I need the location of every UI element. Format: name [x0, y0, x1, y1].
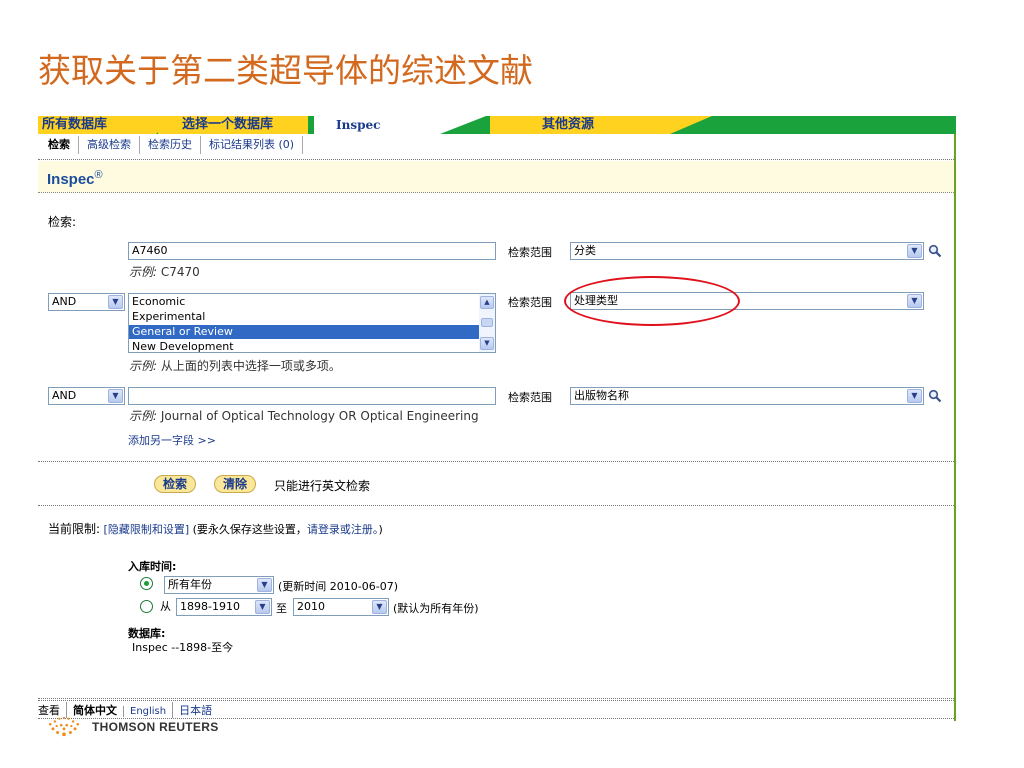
- all-years-select[interactable]: 所有年份 ▼: [164, 576, 274, 594]
- hint-prefix: 示例:: [129, 359, 158, 373]
- slide-title: 获取关于第二类超导体的综述文献: [38, 51, 533, 90]
- tab-other-resources-label: 其他资源: [542, 117, 595, 132]
- divider: [38, 700, 954, 701]
- scope-select-1-value: 分类: [574, 244, 596, 257]
- tab-inspec[interactable]: Inspec: [314, 116, 486, 134]
- lang-en[interactable]: English: [123, 706, 172, 717]
- operator-3-value: AND: [52, 389, 77, 402]
- listbox-scrollbar[interactable]: ▲ ▼: [479, 294, 495, 352]
- save-note-pre: (要永久保存这些设置，: [192, 523, 307, 536]
- subnav-marked-list[interactable]: 标记结果列表 (0): [200, 136, 304, 154]
- inspec-search-page: 所有数据库 选择一个数据库 Inspec 其他资源 检索 高级检索 检索历史 标记结果…: [38, 116, 956, 737]
- divider: [38, 159, 954, 160]
- tab-select-database-label: 选择一个数据库: [182, 117, 274, 132]
- all-years-value: 所有年份: [168, 578, 212, 591]
- all-years-radio[interactable]: [140, 577, 153, 590]
- list-item-selected[interactable]: General or Review: [129, 325, 495, 339]
- clear-button[interactable]: 清除: [214, 475, 257, 493]
- from-label: 从: [160, 600, 171, 613]
- scope-select-3[interactable]: 出版物名称 ▼: [570, 387, 924, 405]
- subnav-advanced-search[interactable]: 高级检索: [78, 136, 139, 154]
- hint-text: Journal of Optical Technology OR Optical…: [160, 409, 479, 423]
- hint-prefix: 示例:: [129, 265, 158, 279]
- search-subnav: 检索 高级检索 检索历史 标记结果列表 (0): [44, 136, 304, 156]
- chevron-down-icon: ▼: [907, 244, 922, 258]
- divider: [38, 718, 954, 719]
- login-register-link[interactable]: 请登录或注册。: [307, 523, 379, 536]
- chevron-down-icon: ▼: [108, 295, 123, 309]
- database-value: Inspec --1898-至今: [132, 641, 234, 654]
- list-item[interactable]: Experimental: [129, 310, 495, 324]
- hint-row-1: 示例: C7470: [129, 263, 200, 280]
- search-field-3[interactable]: [128, 387, 496, 405]
- current-limits-label: 当前限制:: [48, 522, 101, 536]
- from-year-select[interactable]: 1898-1910 ▼: [176, 598, 272, 616]
- highlight-ellipse: [564, 276, 740, 326]
- from-year-value: 1898-1910: [180, 600, 240, 613]
- hint-text: C7470: [160, 265, 200, 279]
- tab-other-resources[interactable]: 其他资源: [490, 116, 712, 134]
- operator-select-2[interactable]: AND ▼: [48, 293, 125, 311]
- operator-2-value: AND: [52, 295, 77, 308]
- database-tab-bar: 所有数据库 选择一个数据库 Inspec 其他资源: [38, 116, 956, 134]
- subnav-search-history[interactable]: 检索历史: [139, 136, 200, 154]
- scroll-up-icon[interactable]: ▲: [480, 296, 494, 309]
- hint-prefix: 示例:: [129, 409, 158, 423]
- registered-mark: ®: [94, 169, 103, 181]
- chevron-down-icon: ▼: [257, 578, 272, 592]
- scope-label-3: 检索范围: [508, 391, 552, 404]
- database-name-text: Inspec: [47, 171, 95, 188]
- year-range-radio[interactable]: [140, 600, 153, 613]
- scope-select-1[interactable]: 分类 ▼: [570, 242, 924, 260]
- hint-text: 从上面的列表中选择一项或多项。: [160, 359, 341, 373]
- lang-ja[interactable]: 日本語: [172, 702, 218, 718]
- database-header: Inspec®: [38, 161, 954, 193]
- subnav-search[interactable]: 检索: [44, 136, 78, 154]
- treatment-type-listbox[interactable]: Economic Experimental General or Review …: [128, 293, 496, 353]
- search-icon[interactable]: [928, 244, 942, 258]
- operator-select-3[interactable]: AND ▼: [48, 387, 125, 405]
- hide-limits-link[interactable]: [隐藏限制和设置]: [104, 523, 190, 536]
- chevron-down-icon: ▼: [907, 294, 922, 308]
- to-year-select[interactable]: 2010 ▼: [293, 598, 389, 616]
- default-note: (默认为所有年份): [393, 602, 479, 615]
- hint-row-2: 示例: 从上面的列表中选择一项或多项。: [129, 357, 341, 374]
- brand-name: THOMSON REUTERS: [92, 720, 219, 734]
- scroll-down-icon[interactable]: ▼: [480, 337, 494, 350]
- scroll-thumb[interactable]: [481, 318, 493, 327]
- tab-inspec-label: Inspec: [336, 118, 381, 132]
- tab-select-database[interactable]: 选择一个数据库: [158, 116, 308, 134]
- chevron-down-icon: ▼: [255, 600, 270, 614]
- search-label: 检索:: [48, 215, 77, 229]
- search-button[interactable]: 检索: [154, 475, 197, 493]
- chevron-down-icon: ▼: [108, 389, 123, 403]
- hint-row-3: 示例: Journal of Optical Technology OR Opt…: [129, 407, 479, 424]
- scope-label-1: 检索范围: [508, 246, 552, 259]
- add-field-link[interactable]: 添加另一字段 >>: [128, 432, 216, 448]
- divider: [38, 461, 954, 462]
- list-item[interactable]: Economic: [129, 295, 495, 309]
- updated-note: (更新时间 2010-06-07): [278, 580, 399, 593]
- search-field-1[interactable]: A7460: [128, 242, 496, 260]
- database-name: Inspec®: [47, 169, 103, 188]
- chevron-down-icon: ▼: [907, 389, 922, 403]
- search-icon[interactable]: [928, 389, 942, 403]
- current-limits: 当前限制: [隐藏限制和设置] (要永久保存这些设置，请登录或注册。): [48, 520, 383, 537]
- list-item[interactable]: New Development: [129, 340, 495, 354]
- to-year-value: 2010: [297, 600, 325, 613]
- timespan-label: 入库时间:: [128, 560, 177, 573]
- chevron-down-icon: ▼: [372, 600, 387, 614]
- tab-all-databases[interactable]: 所有数据库: [38, 116, 176, 134]
- divider: [38, 698, 954, 699]
- scope-label-2: 检索范围: [508, 296, 552, 309]
- divider: [38, 505, 954, 506]
- thomson-reuters-logo-icon: [48, 716, 80, 737]
- scope-select-3-value: 出版物名称: [574, 389, 629, 402]
- english-only-note: 只能进行英文检索: [274, 479, 371, 493]
- to-label: 至: [276, 602, 287, 615]
- save-note-post: ): [378, 523, 383, 536]
